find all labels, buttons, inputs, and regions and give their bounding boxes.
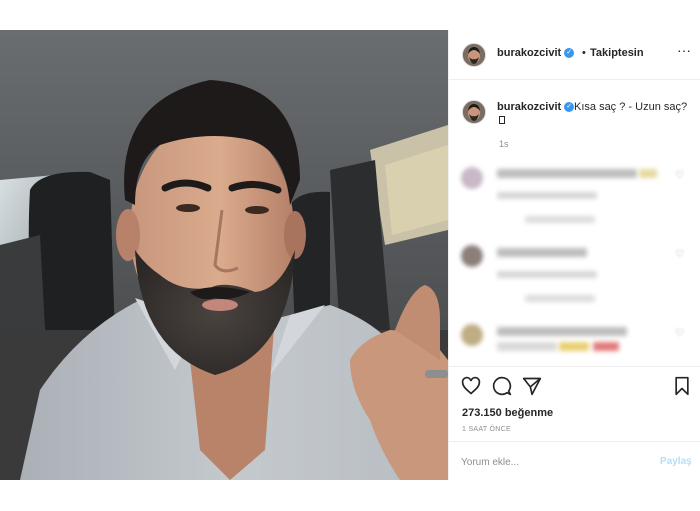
comment-input[interactable]: [461, 453, 641, 471]
share-icon[interactable]: [522, 376, 542, 401]
comment-avatar[interactable]: [461, 324, 483, 346]
verified-badge-icon: ✓: [564, 48, 575, 59]
comment-icon[interactable]: [492, 376, 512, 401]
follow-status-button[interactable]: Takiptesin: [590, 47, 644, 59]
caption-username[interactable]: burakozcivit ✓: [497, 101, 575, 113]
post-header: burakozcivit ✓ • Takiptesin ···: [449, 30, 700, 80]
username-text[interactable]: burakozcivit: [497, 47, 561, 59]
comment-emoji-blurred: [639, 169, 657, 178]
comment-like-icon[interactable]: ♡: [675, 249, 684, 260]
comment-meta-blurred: [497, 192, 597, 199]
comment-text-blurred: [497, 327, 627, 336]
post-comment-button[interactable]: Paylaş: [660, 456, 692, 467]
post-actions: 273.150 beğenme 1 SAAT ÖNCE Paylaş: [449, 366, 700, 480]
add-comment-section: Paylaş: [449, 441, 700, 481]
separator-dot: •: [582, 47, 586, 59]
post-side-panel: burakozcivit ✓ • Takiptesin ··· burakozci…: [448, 30, 700, 480]
comment-avatar[interactable]: [461, 245, 483, 267]
emoji-placeholder-icon: [499, 116, 505, 124]
like-count[interactable]: 273.150 beğenme: [462, 407, 553, 419]
caption-avatar[interactable]: [462, 100, 486, 124]
comment-like-icon[interactable]: ♡: [675, 170, 684, 181]
caption-time: 1s: [499, 139, 509, 149]
comment-meta-blurred: [497, 271, 597, 278]
comment-like-icon[interactable]: ♡: [675, 328, 684, 339]
comment-emoji-blurred: [559, 342, 589, 351]
post-timestamp[interactable]: 1 SAAT ÖNCE: [462, 426, 511, 433]
verified-badge-icon: ✓: [564, 102, 575, 113]
comment-emoji-blurred: [593, 342, 619, 351]
post-photo[interactable]: [0, 30, 448, 480]
caption-text: Kısa saç ? - Uzun saç?: [574, 101, 688, 113]
comment-text-blurred: [497, 248, 587, 257]
comment-text-blurred: [497, 342, 557, 351]
avatar[interactable]: [462, 43, 486, 67]
post-username[interactable]: burakozcivit ✓: [497, 47, 575, 59]
comment-text-blurred: [497, 169, 637, 178]
caption-username-text[interactable]: burakozcivit: [497, 101, 561, 113]
comment-replies-blurred: [525, 216, 595, 223]
more-options-icon[interactable]: ···: [677, 42, 691, 58]
heart-icon[interactable]: [461, 376, 481, 401]
bookmark-icon[interactable]: [673, 376, 691, 401]
comment-replies-blurred: [525, 295, 595, 302]
comment-avatar[interactable]: [461, 167, 483, 189]
selfie-image: [0, 30, 448, 480]
